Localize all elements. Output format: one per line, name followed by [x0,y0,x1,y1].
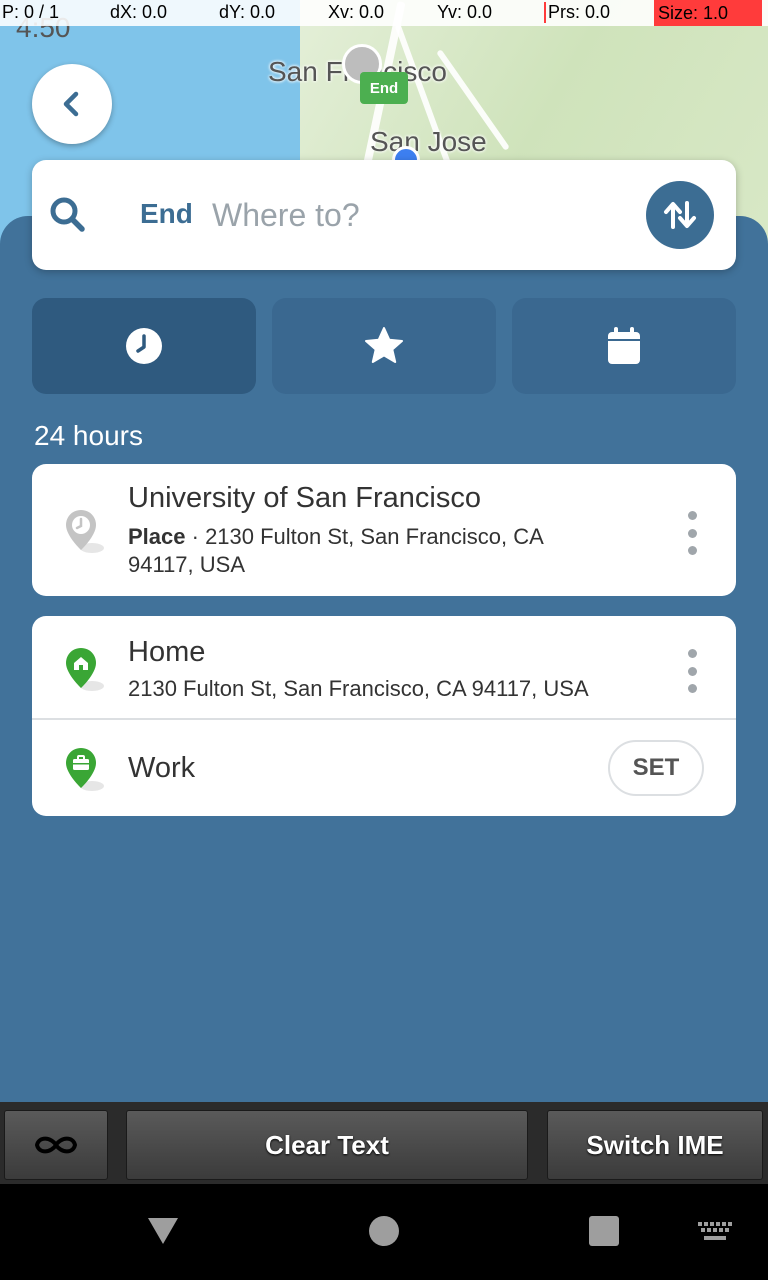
tab-calendar[interactable] [512,298,736,394]
more-options-button[interactable] [680,649,704,693]
back-button[interactable] [32,64,112,144]
more-dot [687,546,697,555]
more-dot [687,511,697,520]
map-city-label: San Jose [370,126,487,157]
recent-list-card: University of San Francisco Place · 2130… [32,464,736,596]
section-title: 24 hours [34,420,143,451]
item-subtitle: Place · 2130 Fulton St, San Francisco, C… [128,523,608,579]
navigation-bar [0,1184,768,1280]
recent-place-pin-icon [66,510,104,553]
set-work-button[interactable]: SET [608,740,704,796]
more-options-button[interactable] [680,511,704,555]
clear-text-button[interactable]: Clear Text [126,1110,528,1180]
ime-infinity-button[interactable] [4,1110,108,1180]
star-icon [365,327,403,363]
more-dot [687,528,697,538]
tab-recent[interactable] [32,298,256,394]
pointer-location-overlay: P: 0 / 1 dX: 0.0 dY: 0.0 Xv: 0.0 Yv: 0.0… [0,0,768,26]
end-label: End [140,198,193,229]
more-dot [687,684,697,693]
item-title: University of San Francisco [128,482,481,514]
more-dot [687,649,697,658]
calendar-icon [608,327,640,364]
item-title: Home [128,636,206,668]
pointer-xv: Xv: 0.0 [328,2,385,22]
clock-icon [126,328,162,364]
map-end-marker[interactable]: End [360,72,408,104]
search-icon [50,197,85,232]
more-dot [687,666,697,676]
ime-toolbar: Clear Text Switch IME [0,1102,768,1184]
nav-recents-icon[interactable] [589,1216,619,1246]
list-item-home[interactable]: Home 2130 Fulton St, San Francisco, CA 9… [32,616,652,718]
tab-favorites[interactable] [272,298,496,394]
list-item[interactable]: University of San Francisco Place · 2130… [32,464,652,596]
item-address: 2130 Fulton St, San Francisco, CA 94117,… [128,676,589,701]
switch-ime-button[interactable]: Switch IME [547,1110,763,1180]
item-separator: · [185,524,206,549]
pointer-size: Size: 1.0 [654,0,762,26]
destination-input[interactable] [212,190,652,240]
pointer-count: P: 0 / 1 [2,2,60,22]
pointer-yv: Yv: 0.0 [437,2,493,22]
pointer-dx: dX: 0.0 [110,2,168,22]
list-item-work[interactable]: Work [32,720,592,816]
home-pin-icon [66,648,104,691]
pointer-dy: dY: 0.0 [219,2,276,22]
history-tabs [32,298,736,394]
nav-back-icon[interactable] [146,1216,180,1246]
infinity-icon [34,1136,78,1154]
destination-search-card: End [32,160,736,270]
work-pin-icon [66,748,104,791]
chevron-left-icon [63,91,79,117]
item-title: Work [128,752,196,784]
keyboard-icon[interactable] [698,1222,732,1242]
saved-places-card: Home 2130 Fulton St, San Francisco, CA 9… [32,616,736,816]
pointer-pressure: Prs: 0.0 [544,2,610,23]
swap-arrows-icon [664,201,696,229]
item-type: Place [128,524,186,549]
nav-home-icon[interactable] [369,1216,399,1246]
swap-direction-button[interactable] [646,181,714,249]
